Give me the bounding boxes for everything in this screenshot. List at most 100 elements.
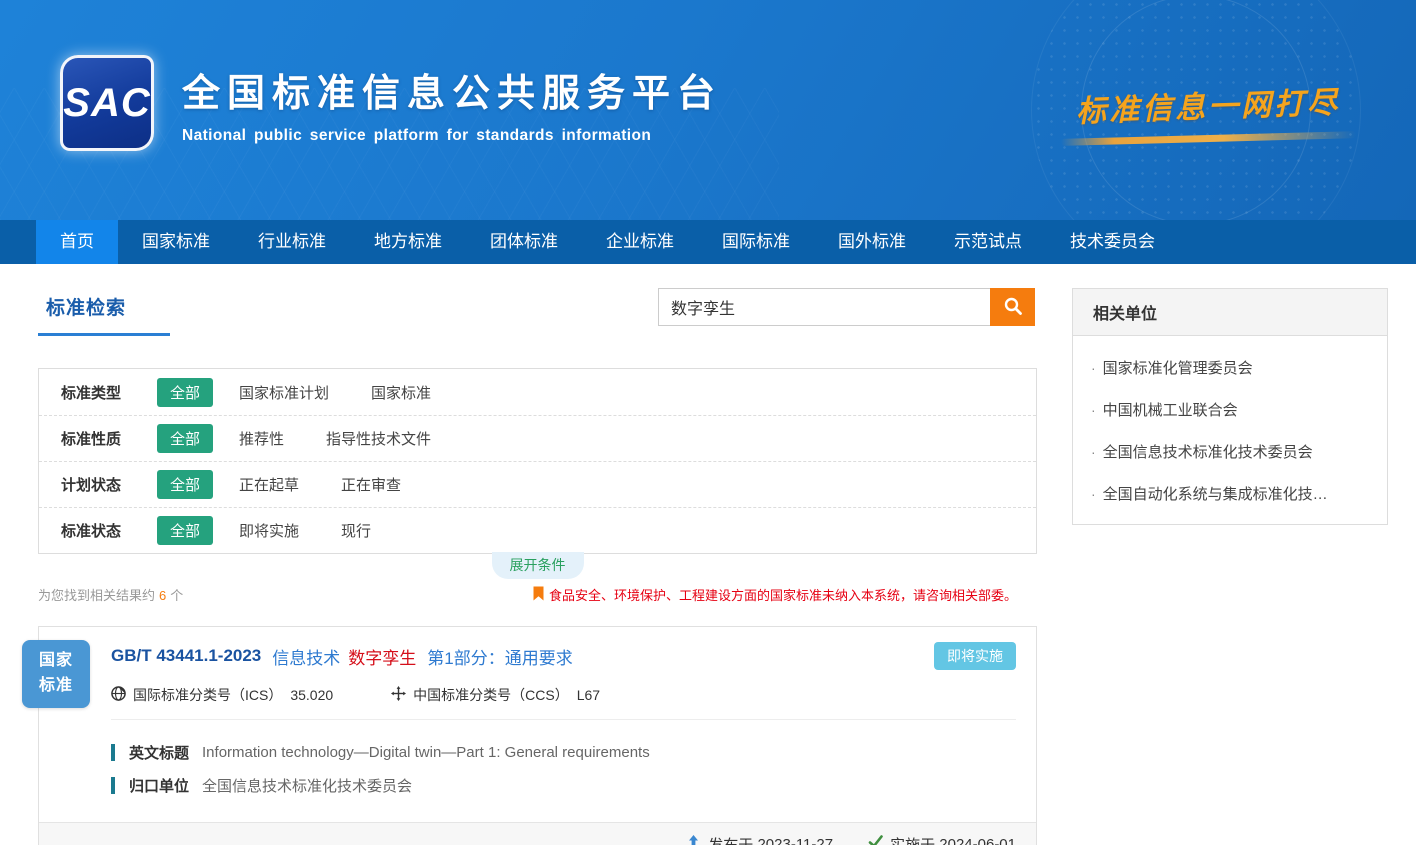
results-count: 为您找到相关结果约 6个: [38, 585, 183, 604]
standard-code-link[interactable]: GB/T 43441.1-2023: [111, 646, 261, 666]
filter-label: 标准性质: [61, 428, 157, 449]
site-title-en: National public service platform for sta…: [182, 127, 722, 145]
publish-label: 发布于: [708, 834, 753, 845]
results-count-prefix: 为您找到相关结果约: [38, 588, 155, 603]
content: 标准检索 标准类型 全部 国家标准计划 国家标准: [0, 264, 1416, 845]
nav-item-pilot-program[interactable]: 示范试点: [930, 220, 1046, 264]
results-row: 为您找到相关结果约 6个 食品安全、环境保护、工程建设方面的国家标准未纳入本系统，…: [38, 585, 1037, 604]
filter-option[interactable]: 现行: [341, 520, 371, 541]
card-footer: 发布于 2023-11-27 实施于 2024-06-01: [39, 822, 1036, 845]
brand-text: 全国标准信息公共服务平台 National public service pla…: [182, 62, 722, 145]
search-group: [658, 288, 1035, 326]
search-input[interactable]: [658, 288, 990, 326]
card-fields: 英文标题 Information technology—Digital twin…: [39, 720, 1036, 822]
filter-option[interactable]: 正在审查: [341, 474, 401, 495]
expand-conditions-button[interactable]: 展开条件: [492, 552, 584, 579]
filter-option[interactable]: 国家标准计划: [239, 382, 329, 403]
card-head: GB/T 43441.1-2023 信息技术 数字孪生 第1部分：通用要求 即将…: [39, 627, 1036, 720]
filter-all-button[interactable]: 全部: [157, 378, 213, 407]
results-count-number: 6: [159, 588, 166, 603]
related-unit-link[interactable]: ·中国机械工业联合会: [1091, 384, 1369, 426]
site-header: SAC 全国标准信息公共服务平台 National public service…: [0, 0, 1416, 220]
results-notice: 食品安全、环境保护、工程建设方面的国家标准未纳入本系统，请咨询相关部委。: [533, 585, 1037, 604]
filter-row-plan-status: 计划状态 全部 正在起草 正在审查: [39, 461, 1036, 507]
standard-type-badge: 国家 标准: [22, 640, 90, 708]
filter-label: 标准类型: [61, 382, 157, 403]
field-label: 英文标题: [129, 742, 189, 763]
bullet-dot: ·: [1091, 360, 1096, 376]
nav-item-foreign-standards[interactable]: 国外标准: [814, 220, 930, 264]
status-badge: 即将实施: [934, 642, 1016, 670]
field-row-english-title: 英文标题 Information technology—Digital twin…: [111, 742, 1016, 763]
search-icon: [1003, 296, 1023, 319]
filter-all-button[interactable]: 全部: [157, 424, 213, 453]
site-title-cn: 全国标准信息公共服务平台: [182, 62, 722, 117]
nav-item-national-standards[interactable]: 国家标准: [118, 220, 234, 264]
field-value: 全国信息技术标准化技术委员会: [202, 775, 412, 796]
right-sidebar: 相关单位 ·国家标准化管理委员会 ·中国机械工业联合会 ·全国信息技术标准化技术…: [1072, 288, 1388, 845]
standard-title-part1[interactable]: 信息技术: [272, 644, 340, 669]
nav-item-industry-standards[interactable]: 行业标准: [234, 220, 350, 264]
implement-label: 实施于: [890, 834, 935, 845]
slogan-wrap: 标准信息一网打尽: [1058, 82, 1358, 142]
publish-icon: [685, 834, 708, 845]
results-count-suffix: 个: [170, 588, 183, 603]
left-column: 标准检索 标准类型 全部 国家标准计划 国家标准: [38, 288, 1037, 845]
nav-item-enterprise-standards[interactable]: 企业标准: [582, 220, 698, 264]
main-nav: 首页 国家标准 行业标准 地方标准 团体标准 企业标准 国际标准 国外标准 示范…: [0, 220, 1416, 264]
slogan-text: 标准信息一网打尽: [1057, 77, 1358, 131]
ccs-label: 中国标准分类号（CCS）: [413, 685, 569, 705]
filter-row-standard-type: 标准类型 全部 国家标准计划 国家标准: [39, 369, 1036, 415]
filter-label: 计划状态: [61, 474, 157, 495]
nav-item-home[interactable]: 首页: [36, 220, 118, 264]
search-row: 标准检索: [38, 288, 1037, 350]
field-row-committee: 归口单位 全国信息技术标准化技术委员会: [111, 775, 1016, 796]
result-card: 国家 标准 GB/T 43441.1-2023 信息技术 数字孪生 第1部分：通…: [38, 626, 1037, 845]
related-unit-link[interactable]: ·国家标准化管理委员会: [1091, 342, 1369, 384]
sac-logo[interactable]: SAC: [60, 55, 154, 151]
related-units-list: ·国家标准化管理委员会 ·中国机械工业联合会 ·全国信息技术标准化技术委员会 ·…: [1073, 336, 1387, 524]
filter-box: 标准类型 全部 国家标准计划 国家标准 标准性质 全部 推荐性 指导性技术文件 …: [38, 368, 1037, 554]
filter-option[interactable]: 指导性技术文件: [326, 428, 431, 449]
search-button[interactable]: [990, 288, 1035, 326]
filter-option[interactable]: 国家标准: [371, 382, 431, 403]
related-unit-link[interactable]: ·全国信息技术标准化技术委员会: [1091, 426, 1369, 468]
filter-label: 标准状态: [61, 520, 157, 541]
filter-row-standard-status: 标准状态 全部 即将实施 现行: [39, 507, 1036, 553]
nav-item-technical-committee[interactable]: 技术委员会: [1046, 220, 1179, 264]
standard-type-badge-line1: 国家: [39, 649, 73, 674]
filter-option[interactable]: 推荐性: [239, 428, 284, 449]
related-units-panel: 相关单位 ·国家标准化管理委员会 ·中国机械工业联合会 ·全国信息技术标准化技术…: [1072, 288, 1388, 525]
compass-icon: [391, 686, 413, 704]
standard-title-line: GB/T 43441.1-2023 信息技术 数字孪生 第1部分：通用要求 即将…: [111, 642, 1016, 670]
standard-type-badge-line2: 标准: [39, 674, 73, 699]
field-accent-bar: [111, 744, 115, 761]
related-unit-link[interactable]: ·全国自动化系统与集成标准化技…: [1091, 468, 1369, 510]
implement-date: 2024-06-01: [939, 836, 1016, 845]
publish-date: 2023-11-27: [757, 836, 833, 845]
standard-title-part2[interactable]: 第1部分：通用要求: [427, 644, 572, 669]
filter-all-button[interactable]: 全部: [157, 516, 213, 545]
ics-label: 国际标准分类号（ICS）: [133, 685, 282, 705]
ics-value: 35.020: [290, 687, 333, 703]
field-value: Information technology—Digital twin—Part…: [202, 744, 650, 761]
nav-item-local-standards[interactable]: 地方标准: [350, 220, 466, 264]
standard-title-highlight[interactable]: 数字孪生: [348, 644, 416, 669]
filter-option[interactable]: 即将实施: [239, 520, 299, 541]
bullet-dot: ·: [1091, 486, 1096, 502]
field-accent-bar: [111, 777, 115, 794]
bullet-dot: ·: [1091, 402, 1096, 418]
related-units-title: 相关单位: [1073, 289, 1387, 336]
filter-row-standard-nature: 标准性质 全部 推荐性 指导性技术文件: [39, 415, 1036, 461]
filter-option[interactable]: 正在起草: [239, 474, 299, 495]
nav-item-group-standards[interactable]: 团体标准: [466, 220, 582, 264]
classification-line: 国际标准分类号（ICS） 35.020 中国标准分类号（CCS: [111, 685, 1016, 705]
page-title: 标准检索: [38, 288, 170, 336]
ccs-value: L67: [577, 687, 600, 703]
results-notice-text: 食品安全、环境保护、工程建设方面的国家标准未纳入本系统，请咨询相关部委。: [549, 585, 1017, 604]
implement-icon: [867, 834, 890, 845]
nav-item-international-standards[interactable]: 国际标准: [698, 220, 814, 264]
filter-all-button[interactable]: 全部: [157, 470, 213, 499]
brand: SAC 全国标准信息公共服务平台 National public service…: [60, 55, 722, 151]
bullet-dot: ·: [1091, 444, 1096, 460]
